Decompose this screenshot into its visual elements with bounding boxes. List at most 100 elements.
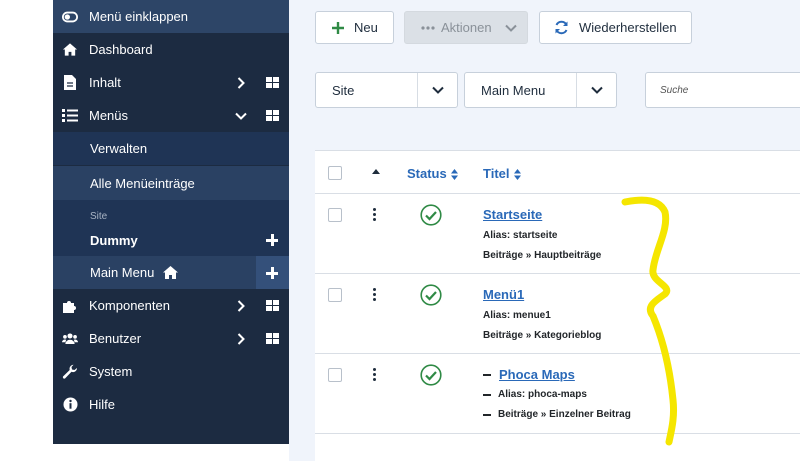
chevron-down-icon bbox=[576, 73, 616, 107]
item-title-link[interactable]: Phoca Maps bbox=[499, 367, 575, 382]
sidebar-subitem-all-items[interactable]: Alle Menüeinträge bbox=[53, 166, 289, 200]
file-icon bbox=[62, 75, 78, 91]
chevron-right-icon[interactable] bbox=[234, 299, 248, 313]
menu-label: Dummy bbox=[90, 232, 138, 248]
menu-select[interactable]: Main Menu bbox=[464, 72, 617, 108]
status-column-header[interactable]: Status bbox=[407, 166, 458, 181]
row-checkbox[interactable] bbox=[328, 288, 342, 302]
sidebar-toggle[interactable]: Menü einklappen bbox=[53, 0, 289, 33]
sidebar-item-label: System bbox=[89, 364, 133, 379]
sort-icon bbox=[513, 168, 521, 180]
item-alias: Alias: startseite bbox=[483, 230, 558, 241]
chevron-down-icon bbox=[504, 24, 517, 32]
sidebar-item-dashboard[interactable]: Dashboard bbox=[53, 33, 289, 66]
sidebar-item-label: Benutzer bbox=[89, 331, 142, 346]
sidebar-subitem-manage[interactable]: Verwalten bbox=[53, 132, 289, 165]
sidebar-item-users[interactable]: Benutzer bbox=[53, 322, 289, 355]
published-check-icon[interactable] bbox=[420, 204, 442, 226]
new-button-label: Neu bbox=[354, 20, 378, 35]
sidebar-item-components[interactable]: Komponenten bbox=[53, 289, 289, 322]
drag-handle-icon[interactable] bbox=[373, 368, 376, 381]
search-placeholder: Suche bbox=[660, 84, 689, 96]
add-item-icon[interactable] bbox=[266, 234, 278, 246]
sidebar-item-system[interactable]: System bbox=[53, 355, 289, 388]
sidebar-section-heading: Site bbox=[53, 200, 289, 224]
table-header: Status Titel bbox=[315, 151, 800, 194]
table-row: Startseite Alias: startseite Beiträge » … bbox=[315, 194, 800, 274]
chevron-down-icon bbox=[417, 73, 457, 107]
row-checkbox[interactable] bbox=[328, 208, 342, 222]
item-type: Beiträge » Einzelner Beitrag bbox=[498, 409, 631, 420]
level-indent-icon bbox=[483, 414, 491, 416]
sync-icon bbox=[554, 20, 569, 35]
sidebar-subitem-label: Verwalten bbox=[90, 141, 148, 156]
add-item-button[interactable] bbox=[256, 256, 289, 289]
menu-items-table: Status Titel Startseite Alias: startseit… bbox=[315, 150, 800, 461]
plus-icon bbox=[332, 21, 344, 34]
users-icon bbox=[62, 331, 78, 347]
restore-button-label: Wiederherstellen bbox=[579, 20, 677, 35]
title-column-header[interactable]: Titel bbox=[483, 166, 521, 181]
actions-button[interactable]: Aktionen bbox=[404, 11, 528, 44]
chevron-right-icon[interactable] bbox=[234, 332, 248, 346]
sort-icon bbox=[450, 168, 458, 180]
item-type: Beiträge » Hauptbeiträge bbox=[483, 250, 602, 261]
home-icon bbox=[162, 265, 179, 280]
item-title-link[interactable]: Menü1 bbox=[483, 287, 524, 302]
sidebar-item-label: Hilfe bbox=[89, 397, 116, 412]
wrench-icon bbox=[62, 364, 78, 380]
sidebar-item-help[interactable]: Hilfe bbox=[53, 388, 289, 421]
toggle-icon bbox=[62, 9, 78, 25]
chevron-right-icon[interactable] bbox=[234, 76, 248, 90]
select-all-checkbox[interactable] bbox=[328, 166, 342, 180]
annotation-brace-icon bbox=[621, 196, 677, 446]
sidebar-item-label: Komponenten bbox=[89, 298, 170, 313]
dashboard-grid-icon[interactable] bbox=[266, 109, 279, 122]
table-row: Menü1 Alias: menue1 Beiträge » Kategorie… bbox=[315, 274, 800, 354]
client-select-value: Site bbox=[332, 82, 355, 98]
item-alias: Alias: phoca-maps bbox=[498, 389, 587, 400]
drag-handle-icon[interactable] bbox=[373, 288, 376, 301]
list-icon bbox=[62, 108, 78, 124]
sidebar-toggle-label: Menü einklappen bbox=[89, 9, 189, 24]
sidebar-item-menus[interactable]: Menüs bbox=[53, 99, 289, 132]
client-select[interactable]: Site bbox=[315, 72, 458, 108]
sidebar-subitem-label: Alle Menüeinträge bbox=[90, 175, 195, 191]
plus-icon bbox=[266, 267, 278, 279]
item-alias: Alias: menue1 bbox=[483, 310, 551, 321]
sort-order-icon[interactable] bbox=[372, 169, 380, 174]
sidebar-item-label: Inhalt bbox=[89, 75, 121, 90]
home-icon bbox=[62, 42, 78, 58]
header-label: Status bbox=[407, 166, 447, 181]
actions-button-label: Aktionen bbox=[441, 20, 492, 35]
published-check-icon[interactable] bbox=[420, 364, 442, 386]
sidebar-menu-main-menu[interactable]: Main Menu bbox=[53, 256, 289, 289]
section-label: Site bbox=[90, 211, 108, 222]
table-row: Phoca Maps Alias: phoca-maps Beiträge » … bbox=[315, 354, 800, 434]
info-icon bbox=[62, 397, 78, 413]
dashboard-grid-icon[interactable] bbox=[266, 332, 279, 345]
sidebar-item-label: Menüs bbox=[89, 108, 129, 123]
level-indent-icon bbox=[483, 374, 491, 376]
menu-label: Main Menu bbox=[90, 265, 155, 280]
restore-button[interactable]: Wiederherstellen bbox=[539, 11, 692, 44]
item-type: Beiträge » Kategorieblog bbox=[483, 330, 602, 341]
dashboard-grid-icon[interactable] bbox=[266, 76, 279, 89]
search-input[interactable]: Suche bbox=[645, 72, 800, 108]
chevron-down-icon[interactable] bbox=[234, 109, 248, 123]
sidebar: Menü einklappen Dashboard Inhalt Menüs V… bbox=[53, 0, 289, 444]
sidebar-menu-dummy[interactable]: Dummy bbox=[53, 224, 289, 256]
level-indent-icon bbox=[483, 394, 491, 396]
header-label: Titel bbox=[483, 166, 510, 181]
dashboard-grid-icon[interactable] bbox=[266, 299, 279, 312]
sidebar-item-content[interactable]: Inhalt bbox=[53, 66, 289, 99]
puzzle-icon bbox=[62, 298, 78, 314]
published-check-icon[interactable] bbox=[420, 284, 442, 306]
item-title-link[interactable]: Startseite bbox=[483, 207, 542, 222]
row-checkbox[interactable] bbox=[328, 368, 342, 382]
drag-handle-icon[interactable] bbox=[373, 208, 376, 221]
ellipsis-icon bbox=[421, 25, 435, 30]
menu-select-value: Main Menu bbox=[481, 82, 546, 98]
new-button[interactable]: Neu bbox=[315, 11, 394, 44]
sidebar-item-label: Dashboard bbox=[89, 42, 153, 57]
